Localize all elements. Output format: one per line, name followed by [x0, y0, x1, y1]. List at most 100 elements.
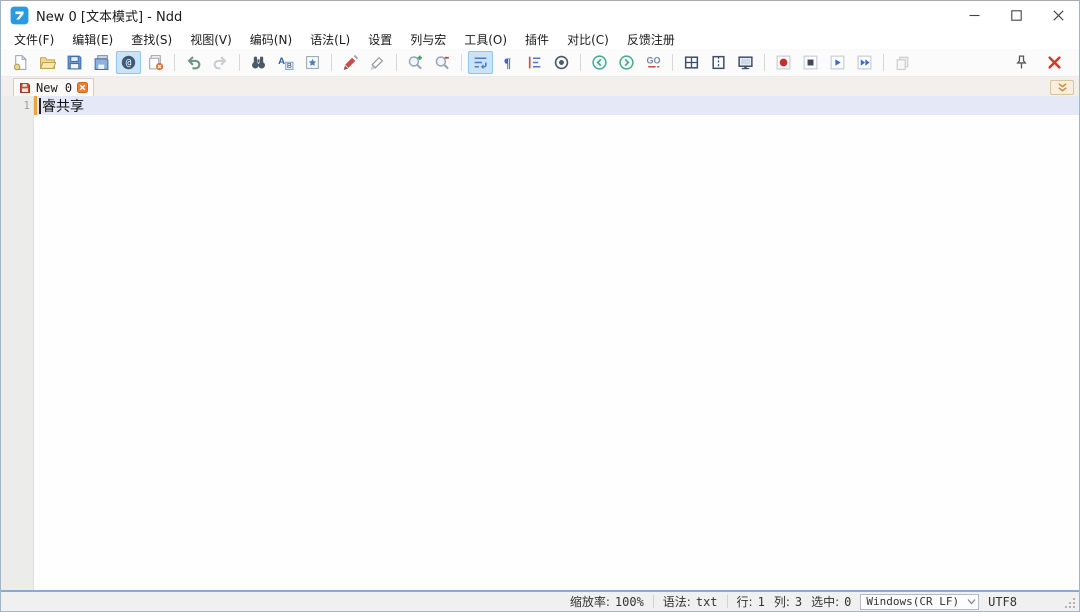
open-file-icon[interactable] — [35, 51, 60, 74]
clear-marker-icon[interactable] — [365, 51, 390, 74]
tab-list-dropdown-button[interactable] — [1050, 80, 1074, 95]
window-title: New 0 [文本模式] - Ndd — [36, 6, 182, 25]
menu-item[interactable]: 视图(V) — [181, 29, 241, 50]
nav-back-icon[interactable] — [587, 51, 612, 74]
auto-save-icon[interactable]: @ — [116, 51, 141, 74]
play-macro-multi-icon[interactable] — [852, 51, 877, 74]
grid-view-icon[interactable] — [679, 51, 704, 74]
toolbar-separator — [174, 54, 175, 71]
editor-line: 1 睿共享 — [1, 96, 1079, 115]
status-separator — [727, 595, 728, 608]
tab-new-0[interactable]: New 0 — [13, 78, 94, 96]
status-zoom: 缩放率: 100% — [570, 593, 644, 610]
status-cursor-position: 行: 1 列: 3 选中: 0 — [737, 593, 852, 610]
minimize-button[interactable] — [953, 1, 995, 29]
close-document-icon[interactable] — [143, 51, 168, 74]
status-separator — [653, 595, 654, 608]
svg-text:@: @ — [126, 58, 132, 69]
nav-forward-icon[interactable] — [614, 51, 639, 74]
encoding-value: UTF8 — [988, 595, 1017, 609]
play-macro-icon[interactable] — [825, 51, 850, 74]
indent-guide-icon[interactable] — [522, 51, 547, 74]
editor-text: 睿共享 — [42, 96, 84, 116]
save-icon[interactable] — [62, 51, 87, 74]
status-selection-value: 0 — [844, 595, 851, 609]
toolbar-separator — [461, 54, 462, 71]
eol-format-dropdown[interactable]: Windows(CR LF) — [860, 594, 979, 610]
current-line-highlight — [37, 96, 1079, 115]
fullscreen-icon[interactable] — [733, 51, 758, 74]
highlight-marker-icon[interactable] — [338, 51, 363, 74]
replace-icon[interactable]: AB — [273, 51, 298, 74]
toolbar: @ AB ¶ GO — [1, 49, 1079, 77]
toolbar-separator — [396, 54, 397, 71]
toolbar-right — [1005, 51, 1079, 74]
stop-macro-icon[interactable] — [798, 51, 823, 74]
close-button[interactable] — [1037, 1, 1079, 29]
zoom-out-icon[interactable] — [430, 51, 455, 74]
toolbar-separator — [764, 54, 765, 71]
menu-item[interactable]: 文件(F) — [5, 29, 63, 50]
word-wrap-icon[interactable] — [468, 51, 493, 74]
copy-disabled-icon[interactable] — [890, 51, 915, 74]
status-line-label: 行: — [737, 593, 753, 610]
menu-item[interactable]: 设置 — [359, 29, 401, 50]
menu-item[interactable]: 反馈注册 — [618, 29, 684, 50]
app-logo-icon — [10, 6, 29, 25]
line-number-gutter — [1, 96, 34, 590]
split-view-icon[interactable] — [706, 51, 731, 74]
status-bar: 缩放率: 100% 语法: txt 行: 1 列: 3 选中: 0 Window… — [1, 590, 1079, 611]
save-all-icon[interactable] — [89, 51, 114, 74]
modified-line-marker — [34, 96, 37, 115]
tab-close-icon[interactable] — [77, 82, 88, 93]
new-file-icon[interactable] — [8, 51, 33, 74]
chevron-down-icon — [959, 598, 976, 605]
focus-mode-icon[interactable] — [549, 51, 574, 74]
status-zoom-value: 100% — [615, 595, 644, 609]
resize-grip[interactable] — [1064, 597, 1076, 609]
title-bar: New 0 [文本模式] - Ndd — [1, 1, 1079, 29]
show-symbols-icon[interactable]: ¶ — [495, 51, 520, 74]
svg-text:B: B — [287, 61, 292, 70]
status-selection-label: 选中: — [811, 593, 839, 610]
menu-item[interactable]: 列与宏 — [401, 29, 455, 50]
zoom-in-icon[interactable] — [403, 51, 428, 74]
maximize-button[interactable] — [995, 1, 1037, 29]
status-line-value: 1 — [758, 595, 765, 609]
editor-area[interactable]: 1 睿共享 — [1, 96, 1079, 590]
toolbar-separator — [580, 54, 581, 71]
unsaved-changes-icon — [19, 82, 31, 94]
toolbar-separator — [239, 54, 240, 71]
redo-icon[interactable] — [208, 51, 233, 74]
undo-icon[interactable] — [181, 51, 206, 74]
status-encoding: UTF8 — [988, 595, 1017, 609]
app-window: New 0 [文本模式] - Ndd 文件(F)编辑(E)查找(S)视图(V)编… — [0, 0, 1080, 612]
menu-item[interactable]: 对比(C) — [558, 29, 618, 50]
toolbar-buttons: @ AB ¶ GO — [7, 51, 916, 74]
record-macro-icon[interactable] — [771, 51, 796, 74]
goto-line-icon[interactable]: GO — [641, 51, 666, 74]
status-column-value: 3 — [795, 595, 802, 609]
mark-icon[interactable] — [300, 51, 325, 74]
tab-bar: New 0 — [1, 77, 1079, 96]
find-icon[interactable] — [246, 51, 271, 74]
menu-item[interactable]: 语法(L) — [301, 29, 359, 50]
svg-text:A: A — [278, 56, 285, 67]
window-controls — [953, 1, 1079, 29]
status-syntax-label: 语法: — [663, 593, 691, 610]
menu-item[interactable]: 编辑(E) — [63, 29, 122, 50]
menu-item[interactable]: 工具(O) — [455, 29, 516, 50]
menu-item[interactable]: 插件 — [516, 29, 558, 50]
close-toolbar-icon[interactable] — [1042, 51, 1067, 74]
line-number: 1 — [1, 99, 30, 112]
menu-bar: 文件(F)编辑(E)查找(S)视图(V)编码(N)语法(L)设置列与宏工具(O)… — [1, 29, 1079, 49]
menu-item[interactable]: 编码(N) — [241, 29, 301, 50]
status-column-label: 列: — [774, 593, 790, 610]
toolbar-separator — [672, 54, 673, 71]
pin-toolbar-icon[interactable] — [1009, 51, 1034, 74]
eol-format-value: Windows(CR LF) — [866, 595, 959, 608]
toolbar-separator — [331, 54, 332, 71]
status-syntax-value: txt — [696, 595, 718, 609]
toolbar-separator — [883, 54, 884, 71]
menu-item[interactable]: 查找(S) — [122, 29, 181, 50]
